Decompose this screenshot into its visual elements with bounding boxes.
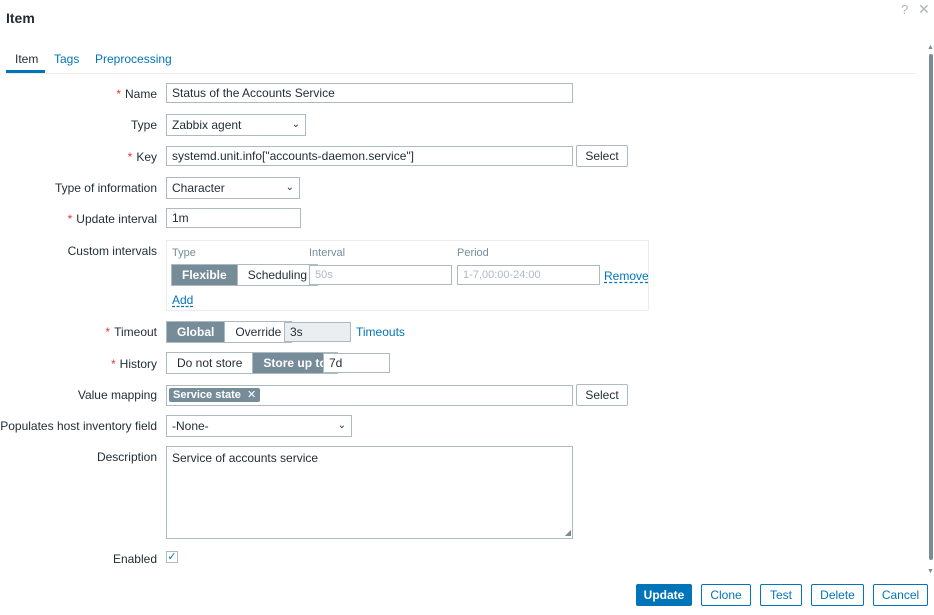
scrollbar[interactable]: ▲ ▼ [926,44,934,578]
type-of-information-select[interactable]: Character ⌄ [166,177,300,199]
chevron-down-icon: ⌄ [337,420,346,431]
help-icon[interactable]: ? [901,2,908,17]
chevron-down-icon: ⌄ [291,119,300,130]
value-mapping-label: Value mapping [77,388,157,402]
custom-interval-input[interactable]: 50s [309,265,452,285]
tab-preprocessing[interactable]: Preprocessing [95,52,172,66]
mode-flexible-option[interactable]: Flexible [172,265,237,285]
custom-intervals-label: Custom intervals [67,244,157,258]
scrollbar-thumb[interactable] [929,54,933,560]
tab-bar: Item Tags Preprocessing [6,44,916,74]
timeouts-link[interactable]: Timeouts [356,325,405,339]
tab-tags[interactable]: Tags [54,52,79,66]
key-select-button[interactable]: Select [576,145,628,167]
required-marker: * [127,150,133,164]
enabled-checkbox[interactable]: ✓ [166,551,178,563]
active-tab-indicator [6,70,45,73]
cancel-button[interactable]: Cancel [873,584,928,606]
timeout-mode-toggle: Global Override [166,321,293,343]
type-of-information-label: Type of information [54,181,157,195]
test-button[interactable]: Test [760,584,802,606]
enabled-label: Enabled [112,552,157,566]
history-do-not-store-option[interactable]: Do not store [167,353,252,373]
update-interval-label: * Update interval [67,212,157,226]
type-of-information-value: Character [172,181,225,195]
type-select[interactable]: Zabbix agent ⌄ [166,114,306,136]
history-mode-toggle: Do not store Store up to [166,352,338,374]
type-label: Type [130,118,157,132]
timeout-global-option[interactable]: Global [167,322,225,342]
add-interval-link[interactable]: Add [172,293,193,307]
required-marker: * [110,357,116,371]
chip-remove-icon[interactable]: ✕ [247,389,256,401]
custom-interval-mode-toggle: Flexible Scheduling [171,264,319,286]
required-marker: * [105,325,111,339]
timeout-label: * Timeout [105,325,157,339]
chevron-down-icon: ⌄ [285,182,294,193]
custom-period-input[interactable]: 1-7,00:00-24:00 [457,265,600,285]
timeout-value-input: 3s [284,322,351,342]
name-input[interactable]: Status of the Accounts Service [166,83,573,103]
custom-intervals-col-period: Period [457,247,489,259]
delete-button[interactable]: Delete [811,584,864,606]
history-value-input[interactable]: 7d [323,353,390,373]
scroll-up-icon[interactable]: ▲ [927,44,934,51]
value-mapping-chip-label: Service state [173,389,241,401]
required-marker: * [116,87,121,101]
custom-intervals-col-type: Type [172,247,196,259]
description-textarea[interactable]: Service of accounts service ◢ [166,446,573,539]
timeout-override-option[interactable]: Override [224,322,291,342]
close-icon[interactable]: ✕ [918,1,930,18]
name-label: * Name [116,87,157,101]
history-label: * History [110,357,157,371]
clone-button[interactable]: Clone [701,584,751,606]
description-label: Description [96,450,157,464]
update-interval-input[interactable]: 1m [166,208,301,228]
mode-scheduling-option[interactable]: Scheduling [236,265,317,285]
custom-intervals-col-interval: Interval [309,247,346,259]
remove-interval-link[interactable]: Remove [604,269,649,283]
scroll-down-icon[interactable]: ▼ [927,568,934,575]
description-text: Service of accounts service [172,451,319,465]
required-marker: * [67,212,73,226]
value-mapping-select-button[interactable]: Select [576,384,628,406]
key-input[interactable]: systemd.unit.info["accounts-daemon.servi… [166,146,573,166]
dialog-title: Item [6,10,35,26]
inventory-field-label: Populates host inventory field [0,419,157,433]
value-mapping-chip: Service state ✕ [169,388,261,402]
inventory-field-select[interactable]: -None- ⌄ [166,415,352,437]
update-button[interactable]: Update [636,584,692,606]
type-select-value: Zabbix agent [172,118,242,132]
tab-item[interactable]: Item [15,52,38,66]
inventory-field-value: -None- [172,419,209,433]
key-label: * Key [127,150,157,164]
resize-handle-icon[interactable]: ◢ [565,528,571,537]
